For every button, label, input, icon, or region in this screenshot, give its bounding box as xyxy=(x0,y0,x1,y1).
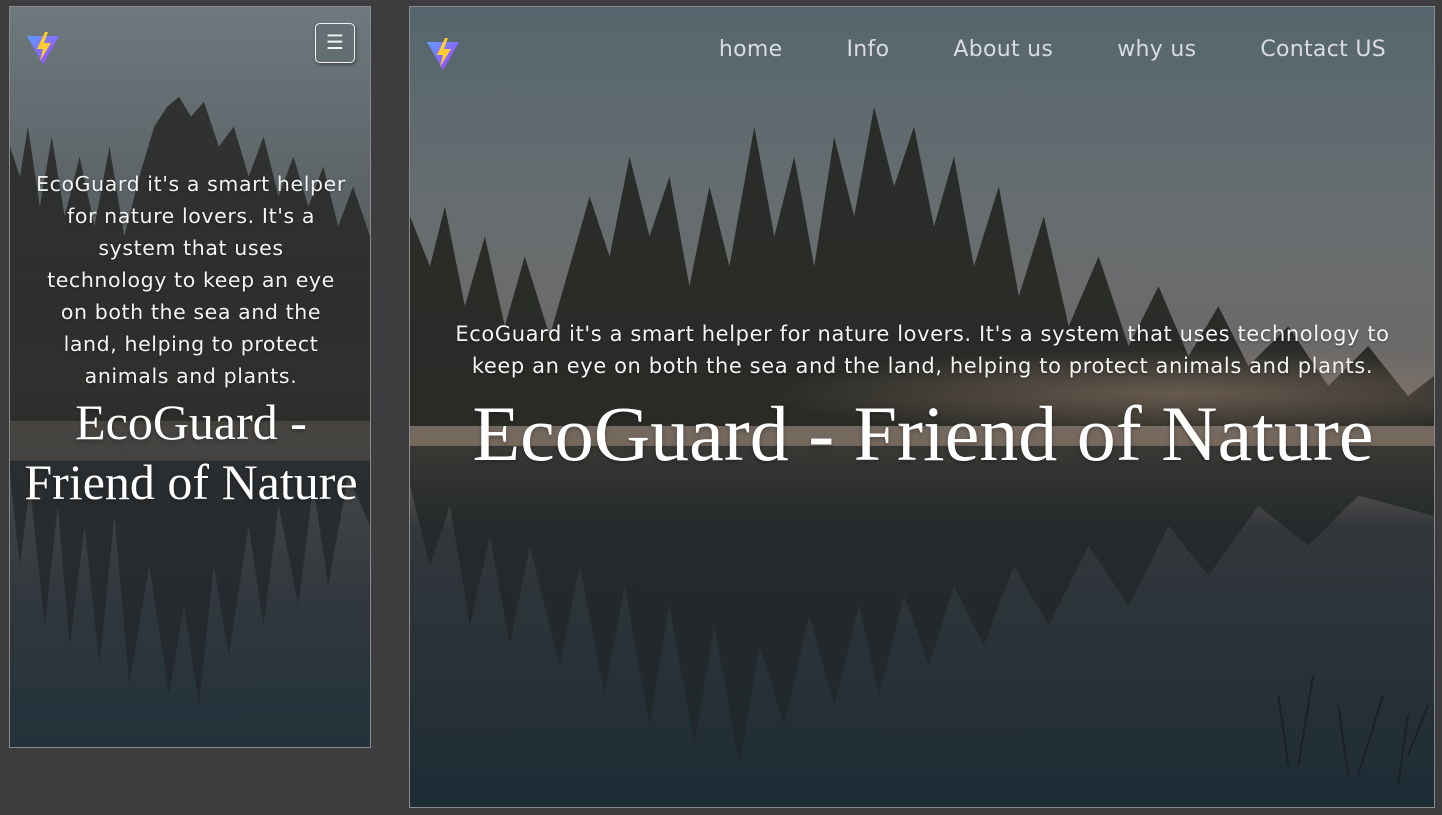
nav-link-contact-us[interactable]: Contact US xyxy=(1260,37,1386,62)
nav-link-about-us[interactable]: About us xyxy=(953,37,1053,62)
hamburger-menu-icon: ☰ xyxy=(326,30,344,54)
hero-tagline: EcoGuard it's a smart helper for nature … xyxy=(36,172,346,388)
desktop-preview-frame: home Info About us why us Contact US Eco… xyxy=(409,6,1435,808)
hero-tagline: EcoGuard it's a smart helper for nature … xyxy=(455,322,1390,378)
nav-link-why-us[interactable]: why us xyxy=(1117,37,1196,62)
hero-headline: EcoGuard - Friend of Nature xyxy=(24,394,358,510)
main-navigation: home Info About us why us Contact US xyxy=(655,37,1386,62)
hamburger-menu-button[interactable]: ☰ xyxy=(315,23,355,63)
hero-headline: EcoGuard - Friend of Nature xyxy=(472,390,1374,477)
nav-link-home[interactable]: home xyxy=(719,37,783,62)
vite-logo-icon[interactable] xyxy=(425,37,461,73)
nav-link-info[interactable]: Info xyxy=(847,37,890,62)
mobile-preview-frame: ☰ EcoGuard it's a smart helper for natur… xyxy=(9,6,371,748)
vite-logo-icon[interactable] xyxy=(25,31,61,67)
